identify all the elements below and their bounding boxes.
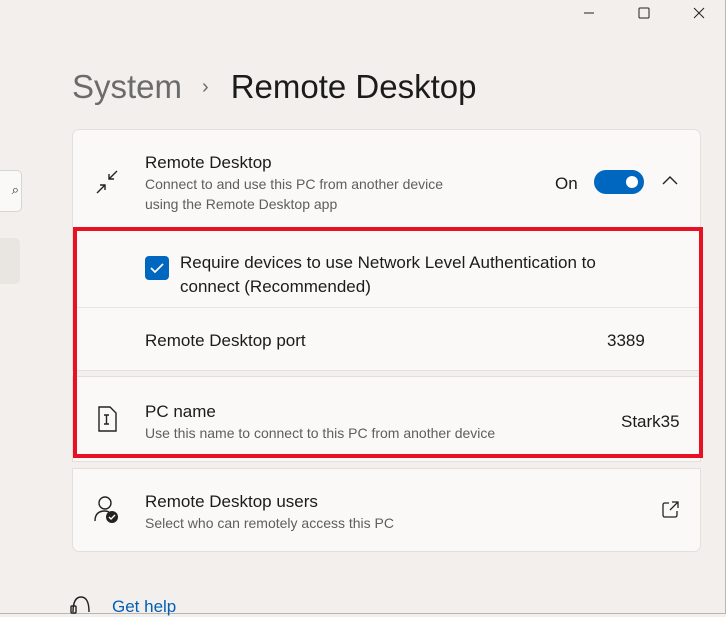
open-external-icon[interactable]: [662, 501, 679, 518]
close-icon: [693, 7, 705, 19]
nav-selected-item[interactable]: [0, 238, 20, 284]
chevron-up-icon[interactable]: [662, 175, 678, 185]
remote-desktop-description: Connect to and use this PC from another …: [145, 176, 444, 212]
pc-name-icon: [98, 406, 117, 432]
search-icon: ⌕: [11, 182, 19, 197]
nav-search-box[interactable]: ⌕: [0, 170, 22, 212]
divider: [73, 307, 700, 308]
users-icon: [94, 496, 118, 523]
get-help-link[interactable]: Get help: [112, 597, 176, 617]
close-button[interactable]: [676, 0, 722, 26]
breadcrumb-parent[interactable]: System: [72, 68, 182, 106]
minimize-button[interactable]: [566, 0, 612, 26]
help-icon: [70, 596, 90, 614]
breadcrumb: System › Remote Desktop: [72, 68, 476, 106]
pc-name-value: Stark35: [621, 412, 680, 431]
remote-desktop-toggle[interactable]: [594, 170, 644, 194]
toggle-state-label: On: [555, 174, 578, 193]
divider: [73, 228, 700, 229]
nla-checkbox[interactable]: [145, 256, 169, 280]
users-title: Remote Desktop users: [145, 492, 318, 511]
checkmark-icon: [150, 263, 164, 274]
toggle-knob: [626, 176, 638, 188]
breadcrumb-separator: ›: [202, 75, 209, 98]
page-title: Remote Desktop: [230, 68, 477, 105]
users-description: Select who can remotely access this PC: [145, 515, 394, 531]
port-label: Remote Desktop port: [145, 331, 306, 350]
maximize-button[interactable]: [621, 0, 667, 26]
pc-name-title: PC name: [145, 402, 216, 421]
remote-desktop-icon: [96, 170, 118, 194]
pc-name-description: Use this name to connect to this PC from…: [145, 425, 496, 441]
nla-label[interactable]: Require devices to use Network Level Aut…: [180, 251, 630, 299]
remote-desktop-title: Remote Desktop: [145, 153, 272, 172]
port-value: 3389: [607, 331, 645, 350]
maximize-icon: [638, 7, 650, 19]
minimize-icon: [584, 12, 594, 14]
